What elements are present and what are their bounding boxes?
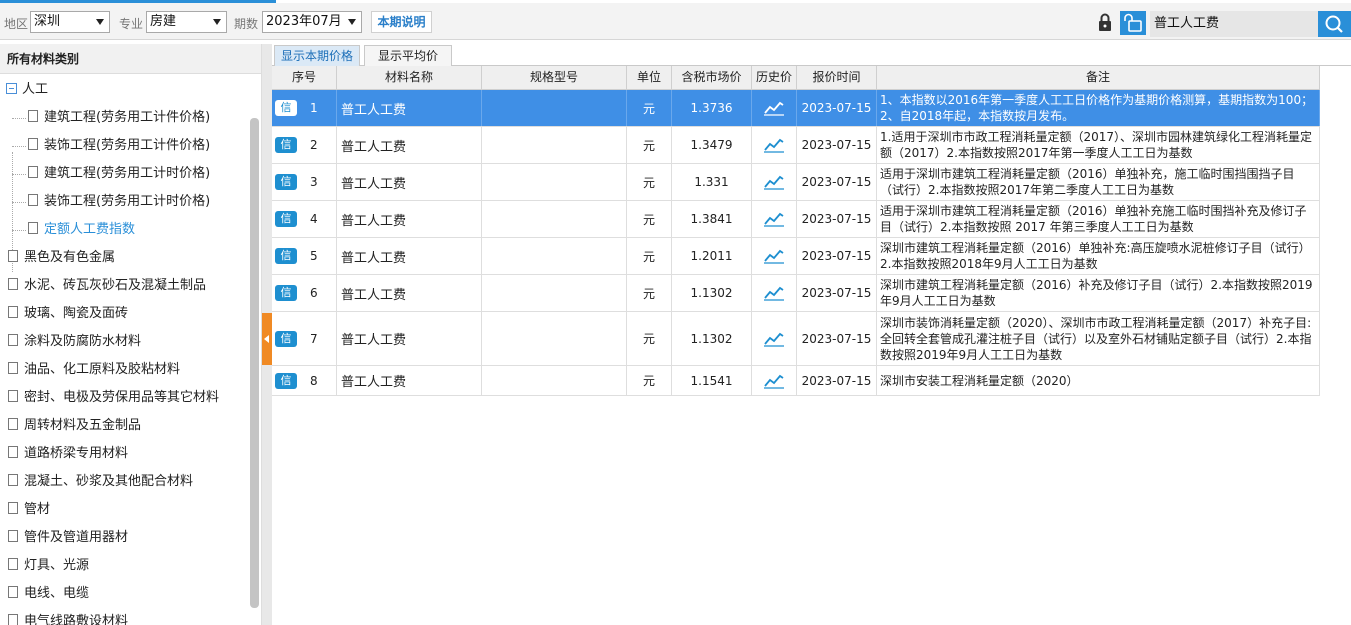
document-icon xyxy=(8,614,18,625)
sidebar-scrollbar[interactable] xyxy=(250,118,259,608)
tree-item-category[interactable]: 管件及管道用器材 xyxy=(8,526,128,550)
document-icon xyxy=(28,138,38,150)
table-row[interactable]: 信6 普工人工费 元 1.1302 2023-07-15 深圳市建筑工程消耗量定… xyxy=(272,275,1320,312)
search-input[interactable]: 普工人工费 xyxy=(1150,11,1320,37)
search-icon xyxy=(1325,15,1343,33)
history-chart-icon[interactable] xyxy=(752,275,797,311)
credit-badge[interactable]: 信 xyxy=(275,248,297,264)
table-row[interactable]: 信5 普工人工费 元 1.2011 2023-07-15 深圳市建筑工程消耗量定… xyxy=(272,238,1320,275)
col-name[interactable]: 材料名称 xyxy=(337,66,482,90)
document-icon xyxy=(8,250,18,262)
chevron-down-icon xyxy=(96,19,104,25)
col-date[interactable]: 报价时间 xyxy=(797,66,877,90)
col-unit[interactable]: 单位 xyxy=(627,66,672,90)
chevron-down-icon xyxy=(348,19,356,25)
table-row[interactable]: 信2 普工人工费 元 1.3479 2023-07-15 1.适用于深圳市市政工… xyxy=(272,127,1320,164)
period-select[interactable]: 2023年07月 xyxy=(262,11,362,33)
toolbar: 地区 深圳 专业 房建 期数 2023年07月 本期说明 普工人工费 xyxy=(0,3,1351,40)
history-chart-icon[interactable] xyxy=(752,127,797,163)
tab-average-price[interactable]: 显示平均价 xyxy=(364,45,452,66)
document-icon xyxy=(8,334,18,346)
tree-item-category[interactable]: 玻璃、陶瓷及面砖 xyxy=(8,302,128,326)
document-icon xyxy=(8,558,18,570)
chevron-down-icon xyxy=(213,19,221,25)
table-row[interactable]: 信7 普工人工费 元 1.1302 2023-07-15 深圳市装饰消耗量定额（… xyxy=(272,312,1320,366)
history-chart-icon[interactable] xyxy=(752,238,797,274)
tree-item-category[interactable]: 涂料及防腐防水材料 xyxy=(8,330,141,354)
history-chart-icon[interactable] xyxy=(752,164,797,200)
table-row[interactable]: 信8 普工人工费 元 1.1541 2023-07-15 深圳市安装工程消耗量定… xyxy=(272,366,1320,396)
tree-item-labor[interactable]: 人工 xyxy=(6,78,48,102)
document-icon xyxy=(8,530,18,542)
credit-badge[interactable]: 信 xyxy=(275,137,297,153)
document-icon xyxy=(8,306,18,318)
tree-item-category[interactable]: 油品、化工原料及胶粘材料 xyxy=(8,358,180,382)
search-button[interactable] xyxy=(1318,11,1351,37)
document-icon xyxy=(8,418,18,430)
document-icon xyxy=(8,278,18,290)
price-tabs: 显示本期价格 显示平均价 xyxy=(272,44,1351,66)
tree-item-category[interactable]: 混凝土、砂浆及其他配合材料 xyxy=(8,470,193,494)
credit-badge[interactable]: 信 xyxy=(275,330,297,347)
history-chart-icon[interactable] xyxy=(752,201,797,237)
table-header: 序号 材料名称 规格型号 单位 含税市场价 历史价 报价时间 备注 xyxy=(272,66,1320,90)
major-select[interactable]: 房建 xyxy=(146,11,227,33)
tree-item-category[interactable]: 密封、电极及劳保用品等其它材料 xyxy=(8,386,219,410)
tree-item-child[interactable]: 建筑工程(劳务用工计件价格) xyxy=(28,106,210,130)
tree-item-category[interactable]: 周转材料及五金制品 xyxy=(8,414,141,438)
col-price[interactable]: 含税市场价 xyxy=(672,66,752,90)
tree-item-category[interactable]: 电气线路敷设材料 xyxy=(8,610,128,625)
tree-item-category[interactable]: 黑色及有色金属 xyxy=(8,246,115,270)
tree-item-child-selected[interactable]: 定额人工费指数 xyxy=(28,218,135,242)
tree-item-category[interactable]: 灯具、光源 xyxy=(8,554,89,578)
document-icon xyxy=(28,222,38,234)
tab-current-price[interactable]: 显示本期价格 xyxy=(274,45,360,66)
document-icon xyxy=(28,194,38,206)
period-label: 期数 xyxy=(234,17,259,31)
history-chart-icon[interactable] xyxy=(752,312,797,365)
tree-item-category[interactable]: 道路桥梁专用材料 xyxy=(8,442,128,466)
category-sidebar: 所有材料类别 人工 建筑工程(劳务用工计件价格) 装饰工程(劳务用工计件价格) … xyxy=(0,44,262,625)
region-label: 地区 xyxy=(4,17,29,31)
collapse-icon[interactable] xyxy=(6,83,17,94)
credit-badge[interactable]: 信 xyxy=(275,285,297,301)
credit-badge[interactable]: 信 xyxy=(275,211,297,227)
table-row[interactable]: 信4 普工人工费 元 1.3841 2023-07-15 适用于深圳市建筑工程消… xyxy=(272,201,1320,238)
unlock-icon[interactable] xyxy=(1120,11,1146,35)
document-icon xyxy=(8,502,18,514)
document-icon xyxy=(8,474,18,486)
document-icon xyxy=(28,110,38,122)
tree-item-category[interactable]: 管材 xyxy=(8,498,50,522)
credit-badge[interactable]: 信 xyxy=(275,174,297,190)
tree-item-child[interactable]: 装饰工程(劳务用工计时价格) xyxy=(28,190,210,214)
col-history[interactable]: 历史价 xyxy=(752,66,797,90)
table-row[interactable]: 信3 普工人工费 元 1.331 2023-07-15 适用于深圳市建筑工程消耗… xyxy=(272,164,1320,201)
region-select[interactable]: 深圳 xyxy=(30,11,110,33)
credit-badge[interactable]: 信 xyxy=(275,372,297,389)
document-icon xyxy=(28,166,38,178)
major-label: 专业 xyxy=(119,17,144,31)
document-icon xyxy=(8,446,18,458)
history-chart-icon[interactable] xyxy=(752,90,797,126)
document-icon xyxy=(8,586,18,598)
period-explain-button[interactable]: 本期说明 xyxy=(371,11,432,33)
tree-item-child[interactable]: 装饰工程(劳务用工计件价格) xyxy=(28,134,210,158)
table-row[interactable]: 信1 普工人工费 元 1.3736 2023-07-15 1、本指数以2016年… xyxy=(272,90,1320,127)
credit-badge[interactable]: 信 xyxy=(275,100,297,116)
tree-item-child[interactable]: 建筑工程(劳务用工计时价格) xyxy=(28,162,210,186)
col-seq[interactable]: 序号 xyxy=(272,66,337,90)
document-icon xyxy=(8,390,18,402)
tree-item-category[interactable]: 电线、电缆 xyxy=(8,582,89,606)
col-spec[interactable]: 规格型号 xyxy=(482,66,627,90)
sidebar-header: 所有材料类别 xyxy=(0,44,261,74)
history-chart-icon[interactable] xyxy=(752,366,797,395)
collapse-panel-handle[interactable] xyxy=(262,313,272,365)
tree-item-category[interactable]: 水泥、砖瓦灰砂石及混凝土制品 xyxy=(8,274,206,298)
col-note[interactable]: 备注 xyxy=(877,66,1320,90)
lock-icon[interactable] xyxy=(1094,11,1116,35)
document-icon xyxy=(8,362,18,374)
